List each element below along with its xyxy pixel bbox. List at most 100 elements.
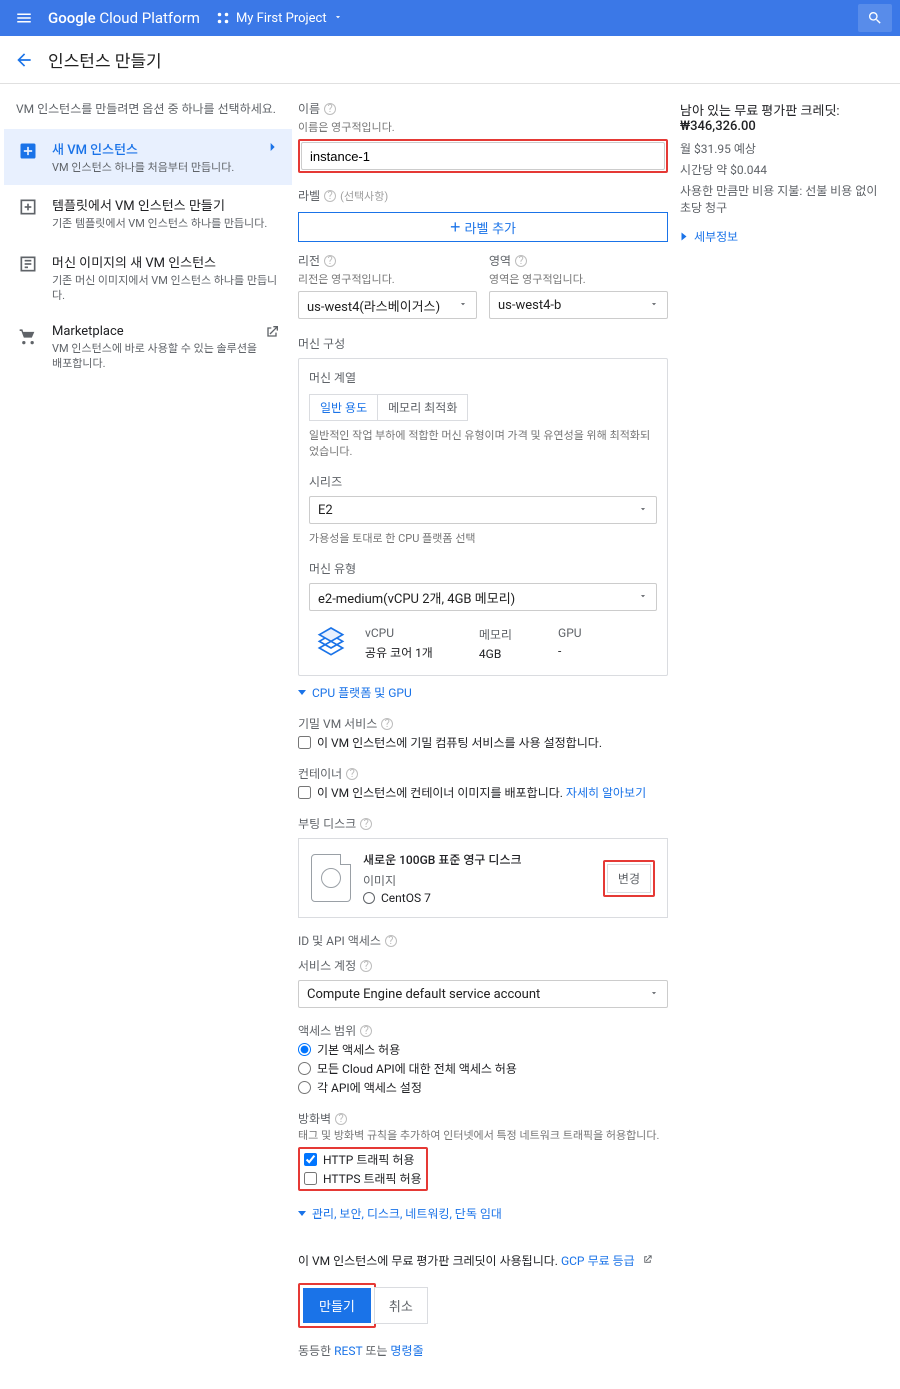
- series-select[interactable]: E2: [309, 496, 657, 524]
- region-hint: 리전은 영구적입니다.: [298, 271, 477, 287]
- brand-logo: Google Cloud Platform: [48, 9, 200, 27]
- container-more-link[interactable]: 자세히 알아보기: [566, 784, 646, 801]
- series-label: 시리즈: [309, 473, 657, 490]
- vcpu-value: 공유 코어 1개: [365, 644, 433, 661]
- trial-note-link[interactable]: GCP 무료 등급: [561, 1254, 635, 1268]
- mtype-label: 머신 유형: [309, 560, 657, 577]
- back-button[interactable]: [12, 48, 36, 72]
- http-text: HTTP 트래픽 허용: [323, 1151, 415, 1168]
- cpu-gpu-link[interactable]: CPU 플랫폼 및 GPU: [298, 684, 412, 701]
- idapi-label: ID 및 API 액세스: [298, 932, 381, 949]
- cancel-button[interactable]: 취소: [374, 1287, 428, 1324]
- conf-vm-text: 이 VM 인스턴스에 기밀 컴퓨팅 서비스를 사용 설정합니다.: [317, 734, 602, 751]
- menu-icon[interactable]: [8, 2, 40, 34]
- sidebar-item-title: 새 VM 인스턴스: [52, 139, 258, 158]
- mc-title: 머신 구성: [298, 335, 668, 352]
- help-icon[interactable]: ?: [324, 190, 336, 202]
- scope-full-radio[interactable]: [298, 1062, 311, 1075]
- zone-select[interactable]: us-west4-b: [489, 291, 668, 319]
- scope-default-radio[interactable]: [298, 1043, 311, 1056]
- help-icon[interactable]: ?: [515, 255, 527, 267]
- cart-icon: [16, 324, 40, 348]
- help-icon[interactable]: ?: [360, 818, 372, 830]
- caret-down-icon: [333, 11, 343, 26]
- help-icon[interactable]: ?: [381, 718, 393, 730]
- billing-note: 사용한 만큼만 비용 지불: 선불 비용 없이 초당 청구: [680, 182, 890, 216]
- bootdisk-label: 부팅 디스크: [298, 815, 356, 832]
- caret-down-icon: [649, 298, 659, 313]
- credit-title: 남아 있는 무료 평가판 크레딧:: [680, 104, 840, 119]
- container-checkbox[interactable]: [298, 786, 311, 799]
- plus-icon: +: [450, 217, 461, 238]
- sidebar-item-new-vm[interactable]: 새 VM 인스턴스 VM 인스턴스 하나를 처음부터 만듭니다.: [4, 129, 292, 185]
- sidebar-item-from-template[interactable]: 템플릿에서 VM 인스턴스 만들기 기존 템플릿에서 VM 인스턴스 하나를 만…: [4, 185, 292, 241]
- page-title: 인스턴스 만들기: [48, 47, 162, 72]
- disk-icon: [311, 854, 351, 902]
- region-select[interactable]: us-west4(라스베이거스): [298, 291, 477, 319]
- add-label-button[interactable]: + 라벨 추가: [298, 212, 668, 242]
- scope-label: 액세스 범위: [298, 1022, 356, 1039]
- equiv-label: 동등한: [298, 1344, 331, 1358]
- help-icon[interactable]: ?: [324, 255, 336, 267]
- scope-perapi-text: 각 API에 액세스 설정: [317, 1079, 422, 1096]
- equiv-cmd-link[interactable]: 명령줄: [390, 1344, 423, 1358]
- sidebar-item-title: 템플릿에서 VM 인스턴스 만들기: [52, 195, 280, 214]
- svc-acct-select[interactable]: Compute Engine default service account: [298, 980, 668, 1008]
- external-link-icon: [642, 1254, 653, 1268]
- tab-general[interactable]: 일반 용도: [310, 395, 377, 420]
- help-icon[interactable]: ?: [360, 960, 372, 972]
- template-icon: [16, 195, 40, 219]
- help-icon[interactable]: ?: [385, 935, 397, 947]
- gpu-header: GPU: [558, 626, 582, 640]
- container-label: 컨테이너: [298, 765, 342, 782]
- name-hint: 이름은 영구적입니다.: [298, 119, 668, 135]
- help-icon[interactable]: ?: [324, 103, 336, 115]
- monthly-estimate: 월 $31.95 예상: [680, 140, 890, 157]
- create-button[interactable]: 만들기: [303, 1288, 371, 1323]
- labels-optional: (선택사항): [340, 188, 388, 204]
- name-input[interactable]: [301, 142, 665, 170]
- bootdisk-os: CentOS 7: [381, 891, 431, 905]
- https-text: HTTPS 트래픽 허용: [323, 1170, 422, 1187]
- mtype-select[interactable]: e2-medium(vCPU 2개, 4GB 메모리): [309, 583, 657, 611]
- details-link[interactable]: 세부정보: [680, 228, 738, 245]
- conf-vm-label: 기밀 VM 서비스: [298, 715, 377, 732]
- bootdisk-image-label: 이미지: [363, 872, 603, 889]
- project-icon: [216, 11, 230, 25]
- series-hint: 가용성을 토대로 한 CPU 플랫폼 선택: [309, 530, 657, 546]
- sidebar-item-sub: 기존 템플릿에서 VM 인스턴스 하나를 만듭니다.: [52, 216, 280, 231]
- tab-memory[interactable]: 메모리 최적화: [377, 395, 467, 420]
- help-icon[interactable]: ?: [335, 1113, 347, 1125]
- project-picker[interactable]: My First Project: [216, 11, 343, 26]
- scope-default-text: 기본 액세스 허용: [317, 1041, 400, 1058]
- trial-note: 이 VM 인스턴스에 무료 평가판 크레딧이 사용됩니다.: [298, 1254, 558, 1268]
- machine-type-icon: [309, 621, 353, 665]
- equiv-rest-link[interactable]: REST: [334, 1344, 362, 1358]
- sidebar-item-from-image[interactable]: 머신 이미지의 새 VM 인스턴스 기존 머신 이미지에서 VM 인스턴스 하나…: [4, 242, 292, 314]
- sidebar-item-marketplace[interactable]: Marketplace VM 인스턴스에 바로 사용할 수 있는 솔루션을 배포…: [4, 314, 292, 382]
- caret-down-icon: [649, 987, 659, 1002]
- more-options-link[interactable]: 관리, 보안, 디스크, 네트워킹, 단독 임대: [298, 1205, 502, 1222]
- project-name: My First Project: [236, 11, 327, 26]
- help-icon[interactable]: ?: [360, 1025, 372, 1037]
- scope-perapi-radio[interactable]: [298, 1081, 311, 1094]
- caret-down-icon: [458, 298, 468, 313]
- https-checkbox[interactable]: [304, 1172, 317, 1185]
- hourly-estimate: 시간당 약 $0.044: [680, 161, 890, 178]
- sidebar-item-title: Marketplace: [52, 324, 264, 339]
- search-button[interactable]: [858, 4, 892, 32]
- help-icon[interactable]: ?: [346, 768, 358, 780]
- zone-label: 영역: [489, 252, 511, 269]
- mc-family-label: 머신 계열: [309, 369, 657, 386]
- container-text: 이 VM 인스턴스에 컨테이너 이미지를 배포합니다.: [317, 784, 563, 801]
- firewall-label: 방화벽: [298, 1110, 331, 1127]
- conf-vm-checkbox[interactable]: [298, 736, 311, 749]
- svc-acct-label: 서비스 계정: [298, 957, 356, 974]
- image-icon: [16, 252, 40, 276]
- http-checkbox[interactable]: [304, 1153, 317, 1166]
- os-icon: [363, 892, 375, 904]
- bootdisk-change-button[interactable]: 변경: [607, 864, 651, 893]
- sidebar-item-sub: 기존 머신 이미지에서 VM 인스턴스 하나를 만듭니다.: [52, 273, 280, 304]
- external-link-icon: [264, 324, 280, 344]
- scope-full-text: 모든 Cloud API에 대한 전체 액세스 허용: [317, 1060, 517, 1077]
